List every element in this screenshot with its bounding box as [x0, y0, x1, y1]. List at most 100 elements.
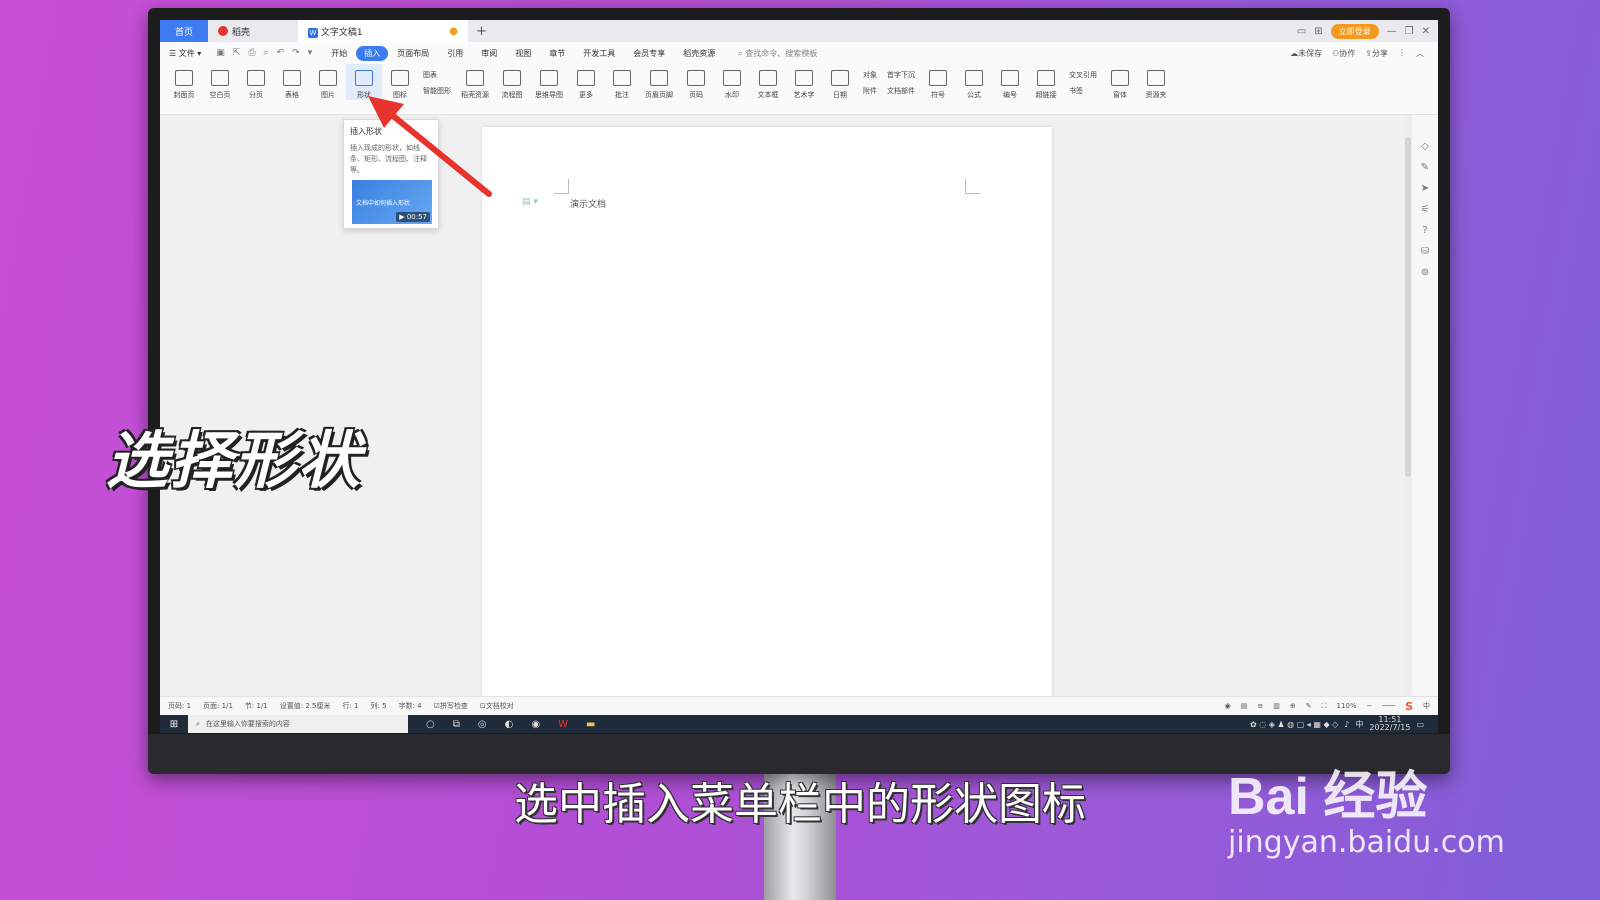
sogou-browser-icon[interactable]: ◉: [531, 719, 540, 730]
file-explorer-icon[interactable]: ▬: [586, 719, 595, 730]
status-word-count[interactable]: 字数: 4: [399, 701, 422, 711]
collaborate-button[interactable]: ⚇协作: [1332, 48, 1355, 59]
comment-button[interactable]: 批注: [604, 64, 640, 100]
blank-page-button[interactable]: 空白页: [202, 64, 238, 100]
proofread-button[interactable]: ⊡文档校对: [480, 701, 514, 711]
fit-icon[interactable]: ⛶: [1322, 702, 1327, 711]
style-icon[interactable]: ◇: [1421, 141, 1429, 152]
page-number-button[interactable]: 页码: [678, 64, 714, 100]
export-icon[interactable]: ⇱: [233, 48, 241, 58]
formula-button[interactable]: 公式: [956, 64, 992, 100]
status-pages[interactable]: 页面: 1/1: [203, 701, 233, 711]
zoom-slider[interactable]: ───: [1382, 702, 1395, 710]
redo-icon[interactable]: ↷: [292, 48, 300, 58]
tray-icons[interactable]: ✿ ◌ ◈ ♟ ◍ ▢ ◂ ▦ ◆ ◇: [1250, 720, 1338, 729]
ime-indicator[interactable]: 中: [1423, 701, 1430, 711]
textbox-button[interactable]: 文本框: [750, 64, 786, 100]
attachment-button[interactable]: 附件: [863, 86, 877, 96]
tray-ime-indicator[interactable]: 中: [1355, 719, 1363, 730]
daoke-resource-button[interactable]: 稻壳资源: [456, 64, 494, 100]
restore-icon[interactable]: ❐: [1405, 26, 1414, 37]
document-page[interactable]: ▤ ▾ 演示文档: [482, 127, 1052, 707]
menu-start[interactable]: 开始: [322, 48, 356, 59]
cover-page-button[interactable]: 封面页: [166, 64, 202, 100]
command-search[interactable]: ⌕ 查找命令、搜索模板: [724, 48, 817, 59]
tab-home[interactable]: 首页: [160, 20, 208, 42]
preview-icon[interactable]: ⌕: [264, 48, 269, 58]
document-text[interactable]: 演示文档: [570, 197, 606, 210]
notification-icon[interactable]: ▭: [1416, 720, 1424, 729]
tab-daoke[interactable]: 稻壳: [208, 20, 298, 42]
menu-daoke-resources[interactable]: 稻壳资源: [674, 48, 724, 59]
scrollbar-thumb[interactable]: [1405, 137, 1411, 477]
location-icon[interactable]: ⊚: [1421, 267, 1429, 278]
undo-icon[interactable]: ↶: [277, 48, 285, 58]
resource-folder-button[interactable]: 资源夹: [1138, 64, 1174, 100]
drop-cap-button[interactable]: 首字下沉: [887, 70, 915, 80]
zoom-level[interactable]: 110%: [1337, 702, 1357, 710]
cortana-icon[interactable]: ○: [426, 719, 435, 730]
windows-start-icon[interactable]: ⊞: [160, 719, 188, 730]
date-button[interactable]: 日期: [822, 64, 858, 100]
page-break-button[interactable]: 分页: [238, 64, 274, 100]
taskbar-search[interactable]: ⌕ 在这里输入你要搜索的内容: [188, 715, 408, 733]
more-quick-icon[interactable]: ▾: [308, 48, 313, 58]
eye-icon[interactable]: ◉: [1225, 702, 1231, 710]
edge-icon[interactable]: ◐: [505, 719, 514, 730]
more-menu-icon[interactable]: ⋮: [1398, 48, 1406, 59]
wps-icon[interactable]: W: [558, 719, 568, 730]
tab-document[interactable]: W 文字文稿1 ●: [298, 20, 468, 42]
chart-button[interactable]: 图表: [423, 70, 451, 80]
pen-icon[interactable]: ✎: [1421, 162, 1429, 173]
watermark-button[interactable]: 水印: [714, 64, 750, 100]
vertical-scrollbar[interactable]: [1404, 115, 1412, 697]
browser-icon[interactable]: ◎: [478, 719, 487, 730]
new-tab-button[interactable]: +: [468, 20, 495, 42]
adjust-icon[interactable]: ⚟: [1421, 204, 1430, 215]
smart-art-button[interactable]: 智能图形: [423, 86, 451, 96]
unsaved-button[interactable]: ☁未保存: [1290, 48, 1322, 59]
table-button[interactable]: 表格: [274, 64, 310, 100]
status-page-number[interactable]: 页码: 1: [168, 701, 191, 711]
hyperlink-button[interactable]: 超链接: [1028, 64, 1064, 100]
login-button[interactable]: 立即登录: [1330, 23, 1379, 39]
read-view-icon[interactable]: ▥: [1273, 702, 1280, 710]
icon-button[interactable]: 图标: [382, 64, 418, 100]
header-footer-button[interactable]: 页眉页脚: [640, 64, 678, 100]
menu-references[interactable]: 引用: [438, 48, 472, 59]
menu-review[interactable]: 审阅: [472, 48, 506, 59]
clock[interactable]: 11:51 2022/7/15: [1369, 716, 1410, 732]
cross-reference-button[interactable]: 交叉引用: [1069, 70, 1097, 80]
volume-icon[interactable]: ♪: [1344, 720, 1349, 729]
share-button[interactable]: ⇪分享: [1365, 48, 1388, 59]
web-view-icon[interactable]: ⊕: [1290, 702, 1296, 710]
write-view-icon[interactable]: ✎: [1306, 702, 1312, 710]
apps-grid-icon[interactable]: ⊞: [1314, 26, 1322, 37]
backup-icon[interactable]: ⛁: [1421, 246, 1429, 257]
status-section[interactable]: 节: 1/1: [245, 701, 268, 711]
task-view-icon[interactable]: ⧉: [453, 719, 460, 730]
flowchart-button[interactable]: 流程图: [494, 64, 530, 100]
bookmark-button[interactable]: 书签: [1069, 86, 1097, 96]
numbering-button[interactable]: 编号: [992, 64, 1028, 100]
menu-member[interactable]: 会员专享: [624, 48, 674, 59]
status-row[interactable]: 行: 1: [342, 701, 358, 711]
collapse-ribbon-icon[interactable]: ︿: [1416, 48, 1424, 59]
form-button[interactable]: 窗体: [1102, 64, 1138, 100]
layout-icon[interactable]: ▭: [1297, 26, 1306, 37]
object-button[interactable]: 对象: [863, 70, 877, 80]
zoom-out-icon[interactable]: −: [1367, 702, 1373, 710]
page-view-icon[interactable]: ▤: [1241, 702, 1248, 710]
shape-button[interactable]: 形状: [346, 64, 382, 100]
spell-check-toggle[interactable]: ☑拼写检查: [434, 701, 468, 711]
paragraph-handle-icon[interactable]: ▤ ▾: [522, 197, 538, 207]
minimize-icon[interactable]: —: [1387, 26, 1397, 37]
more-button[interactable]: 更多: [568, 64, 604, 100]
status-column[interactable]: 列: 5: [371, 701, 387, 711]
picture-button[interactable]: 图片: [310, 64, 346, 100]
outline-view-icon[interactable]: ≡: [1257, 702, 1263, 710]
print-icon[interactable]: ⎙: [248, 48, 255, 58]
help-icon[interactable]: ?: [1422, 225, 1427, 236]
menu-section[interactable]: 章节: [540, 48, 574, 59]
select-icon[interactable]: ➤: [1421, 183, 1429, 194]
